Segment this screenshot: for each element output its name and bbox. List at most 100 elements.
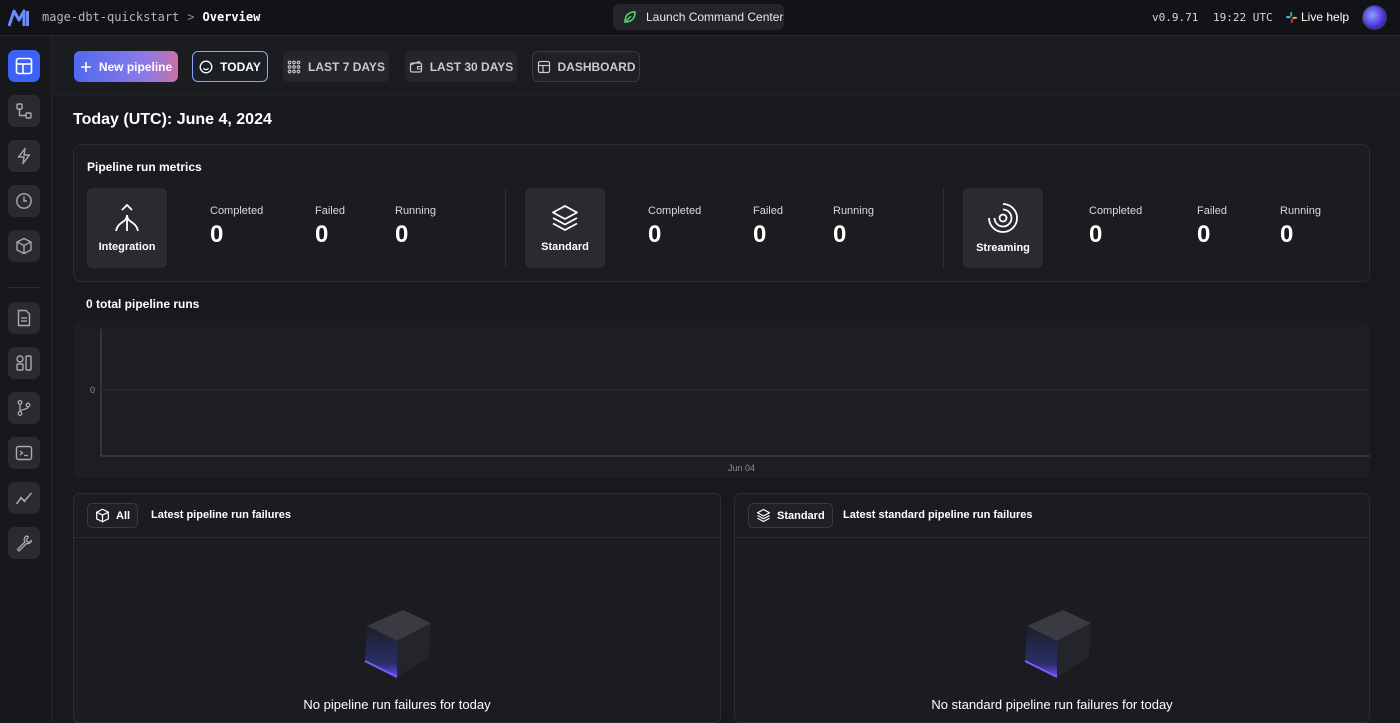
new-pipeline-button[interactable]: New pipeline (74, 51, 178, 82)
streaming-failed: Failed 0 (1197, 205, 1227, 249)
sidebar-item-terminal[interactable] (8, 437, 40, 469)
breadcrumb: mage-dbt-quickstart > Overview (42, 10, 260, 24)
empty-state-cube-icon (1024, 610, 1091, 678)
integration-icon (115, 203, 139, 232)
empty-state-cube-icon (364, 610, 431, 678)
sidebar-item-triggers[interactable] (8, 140, 40, 172)
layers-icon (552, 205, 578, 231)
smile-icon (199, 60, 213, 73)
launch-command-center-button[interactable]: Launch Command Center (613, 4, 784, 30)
filter-standard-chip[interactable]: Standard (748, 503, 833, 528)
streaming-completed: Completed 0 (1089, 205, 1142, 249)
metrics-divider (943, 188, 944, 268)
tab-last-7-days[interactable]: LAST 7 DAYS (283, 51, 389, 82)
live-help-label: Live help (1301, 10, 1350, 24)
standard-completed-label: Completed (648, 205, 702, 217)
grid-dots-icon (287, 60, 301, 73)
integration-completed: Completed 0 (210, 205, 263, 249)
integration-running-value: 0 (395, 221, 409, 248)
standard-running-label: Running (833, 205, 874, 217)
filter-all-chip[interactable]: All (87, 503, 139, 528)
streaming-running-value: 0 (1280, 221, 1294, 248)
integration-completed-label: Completed (210, 205, 264, 217)
slack-icon (1286, 11, 1297, 23)
sidebar-divider (8, 287, 40, 288)
panel-header: All Latest pipeline run failures (74, 494, 720, 538)
plus-icon (80, 61, 91, 72)
tab-last-7-days-label: LAST 7 DAYS (308, 59, 385, 74)
streaming-failed-value: 0 (1197, 221, 1211, 248)
empty-state-message: No standard pipeline run failures for to… (931, 697, 1173, 712)
latest-standard-failures-title: Latest standard pipeline run failures (843, 509, 1033, 521)
toolbar: New pipeline TODAY LAST 7 DAYS LAST 30 D… (53, 37, 1400, 95)
sidebar-item-files[interactable] (8, 302, 40, 334)
tab-today[interactable]: TODAY (192, 51, 268, 82)
cube-icon (16, 237, 32, 255)
pipeline-icon (16, 103, 32, 119)
sidebar-item-templates[interactable] (8, 347, 40, 379)
streaming-label: Streaming (976, 242, 1030, 254)
wrench-icon (16, 535, 33, 552)
cube-icon (96, 508, 109, 523)
streaming-running: Running 0 (1280, 205, 1321, 249)
chart-y-tick-label: 0 (90, 385, 95, 395)
version-label: v0.9.71 (1152, 11, 1199, 24)
live-help-link[interactable]: Live help (1286, 10, 1349, 24)
latest-failures-panel: All Latest pipeline run failures No pipe… (73, 493, 721, 723)
sidebar-item-monitoring[interactable] (8, 482, 40, 514)
standard-running-value: 0 (833, 221, 847, 248)
leaf-icon (624, 11, 636, 23)
streaming-running-label: Running (1280, 205, 1321, 217)
breadcrumb-project[interactable]: mage-dbt-quickstart (42, 10, 179, 24)
streaming-tile: Streaming (963, 188, 1043, 268)
metrics-title: Pipeline run metrics (87, 160, 202, 174)
integration-tile: Integration (87, 188, 167, 268)
filter-all-label: All (116, 509, 131, 522)
layers-icon (756, 508, 771, 523)
new-pipeline-label: New pipeline (98, 59, 173, 74)
sidebar-item-overview[interactable] (8, 50, 40, 82)
standard-completed-value: 0 (648, 221, 662, 248)
sidebar-item-pipelines[interactable] (8, 95, 40, 127)
streaming-completed-label: Completed (1089, 205, 1143, 217)
tab-dashboard-label: DASHBOARD (557, 59, 636, 74)
integration-completed-value: 0 (210, 221, 224, 248)
wallet-icon (409, 60, 422, 73)
launch-label: Launch Command Center (646, 10, 784, 24)
streaming-icon (988, 203, 1018, 233)
shapes-icon (16, 355, 32, 371)
sidebar-item-blocks[interactable] (8, 230, 40, 262)
integration-label: Integration (98, 241, 156, 253)
mage-logo-icon[interactable] (8, 8, 30, 28)
panel-header: Standard Latest standard pipeline run fa… (735, 494, 1369, 538)
streaming-failed-label: Failed (1197, 205, 1227, 217)
sidebar (0, 37, 52, 722)
top-bar: mage-dbt-quickstart > Overview Launch Co… (0, 0, 1400, 36)
total-runs-title: 0 total pipeline runs (86, 297, 200, 311)
sidebar-item-version-control[interactable] (8, 392, 40, 424)
lightning-icon (17, 147, 31, 165)
integration-failed: Failed 0 (315, 205, 345, 249)
sidebar-item-runs[interactable] (8, 185, 40, 217)
streaming-completed-value: 0 (1089, 221, 1103, 248)
integration-running-label: Running (395, 205, 436, 217)
latest-standard-failures-panel: Standard Latest standard pipeline run fa… (734, 493, 1370, 723)
standard-failed-value: 0 (753, 221, 767, 248)
standard-tile: Standard (525, 188, 605, 268)
page-title: Today (UTC): June 4, 2024 (73, 111, 272, 128)
standard-failed: Failed 0 (753, 205, 783, 249)
tab-dashboard[interactable]: DASHBOARD (532, 51, 640, 82)
clock-icon (16, 193, 32, 209)
empty-state-message: No pipeline run failures for today (303, 697, 491, 712)
tab-last-30-days[interactable]: LAST 30 DAYS (405, 51, 517, 82)
filter-standard-label: Standard (777, 509, 825, 522)
tab-last-30-days-label: LAST 30 DAYS (429, 59, 514, 74)
layout-icon (15, 57, 33, 75)
sidebar-item-settings[interactable] (8, 527, 40, 559)
standard-running: Running 0 (833, 205, 874, 249)
chart-line-icon (15, 492, 33, 505)
avatar[interactable] (1362, 5, 1387, 30)
standard-label: Standard (541, 241, 589, 253)
main-content: Today (UTC): June 4, 2024 Pipeline run m… (53, 96, 1400, 723)
integration-failed-label: Failed (315, 205, 345, 217)
